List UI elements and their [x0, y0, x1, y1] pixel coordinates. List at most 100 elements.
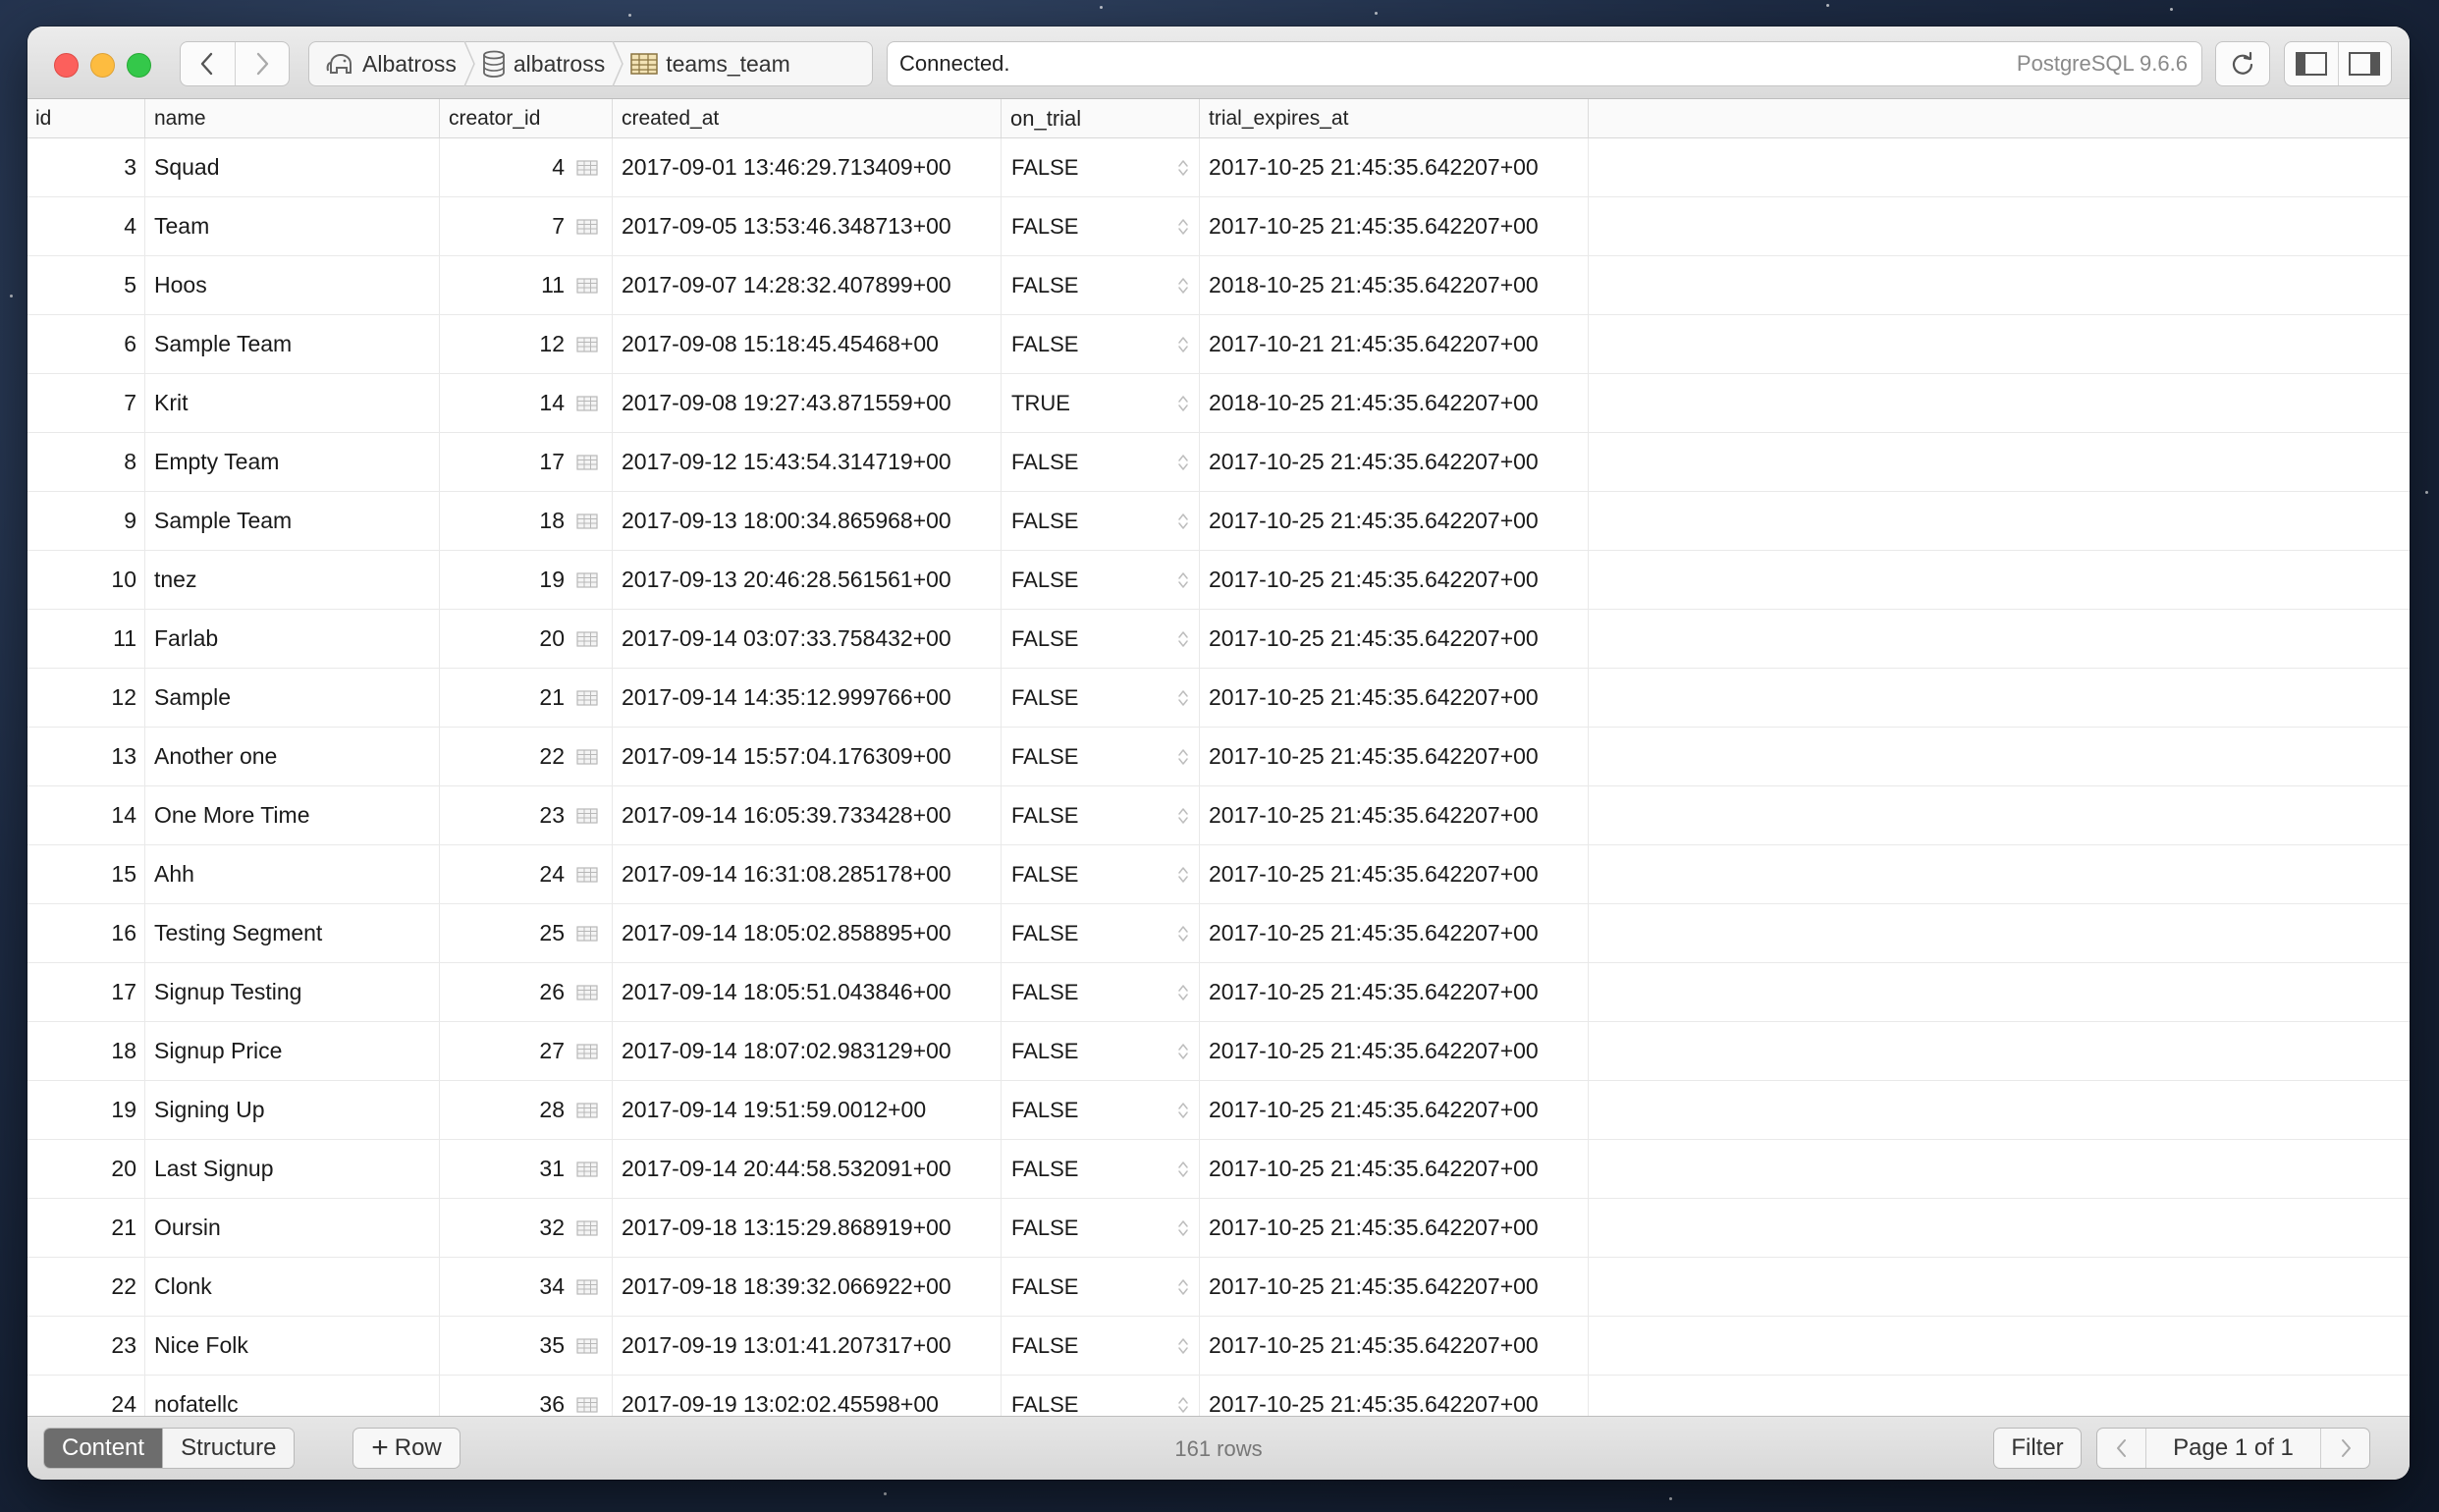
- stepper-arrows-icon[interactable]: [1177, 865, 1189, 885]
- foreign-key-table-icon[interactable]: [576, 1396, 598, 1413]
- cell-on-trial[interactable]: FALSE: [1002, 197, 1200, 255]
- cell-creator-id[interactable]: 22: [440, 728, 613, 785]
- cell-created-at[interactable]: 2017-09-13 18:00:34.865968+00: [613, 492, 1002, 550]
- cell-creator-id[interactable]: 4: [440, 138, 613, 196]
- table-row[interactable]: 10 tnez 19 2017-09-13 20:46:28.561561+00 FAL…: [27, 551, 2410, 610]
- breadcrumb-connection[interactable]: Albatross: [319, 42, 462, 85]
- cell-creator-id[interactable]: 35: [440, 1317, 613, 1375]
- foreign-key-table-icon[interactable]: [576, 571, 598, 588]
- cell-name[interactable]: Farlab: [145, 610, 440, 668]
- stepper-arrows-icon[interactable]: [1177, 1101, 1189, 1120]
- cell-trial-expires-at[interactable]: 2017-10-25 21:45:35.642207+00: [1200, 1022, 1589, 1080]
- cell-name[interactable]: Signing Up: [145, 1081, 440, 1139]
- breadcrumb-database[interactable]: albatross: [476, 42, 611, 85]
- column-header-trial-expires-at[interactable]: trial_expires_at: [1200, 99, 1589, 137]
- cell-trial-expires-at[interactable]: 2017-10-25 21:45:35.642207+00: [1200, 1199, 1589, 1257]
- cell-name[interactable]: Last Signup: [145, 1140, 440, 1198]
- cell-creator-id[interactable]: 11: [440, 256, 613, 314]
- foreign-key-table-icon[interactable]: [576, 689, 598, 706]
- cell-trial-expires-at[interactable]: 2017-10-25 21:45:35.642207+00: [1200, 433, 1589, 491]
- cell-trial-expires-at[interactable]: 2017-10-25 21:45:35.642207+00: [1200, 610, 1589, 668]
- cell-creator-id[interactable]: 32: [440, 1199, 613, 1257]
- cell-id[interactable]: 13: [27, 728, 145, 785]
- cell-name[interactable]: Nice Folk: [145, 1317, 440, 1375]
- cell-on-trial[interactable]: FALSE: [1002, 551, 1200, 609]
- cell-id[interactable]: 4: [27, 197, 145, 255]
- back-button[interactable]: [181, 42, 235, 85]
- cell-name[interactable]: Another one: [145, 728, 440, 785]
- cell-on-trial[interactable]: FALSE: [1002, 1317, 1200, 1375]
- breadcrumb-table[interactable]: teams_team: [624, 42, 796, 85]
- cell-creator-id[interactable]: 17: [440, 433, 613, 491]
- stepper-arrows-icon[interactable]: [1177, 1277, 1189, 1297]
- cell-id[interactable]: 3: [27, 138, 145, 196]
- foreign-key-table-icon[interactable]: [576, 159, 598, 176]
- previous-page-button[interactable]: [2097, 1429, 2146, 1468]
- table-row[interactable]: 19 Signing Up 28 2017-09-14 19:51:59.0012+0…: [27, 1081, 2410, 1140]
- stepper-arrows-icon[interactable]: [1177, 1336, 1189, 1356]
- cell-name[interactable]: Sample Team: [145, 315, 440, 373]
- foreign-key-table-icon[interactable]: [576, 218, 598, 235]
- close-window-button[interactable]: [54, 53, 79, 78]
- cell-trial-expires-at[interactable]: 2018-10-25 21:45:35.642207+00: [1200, 256, 1589, 314]
- cell-creator-id[interactable]: 31: [440, 1140, 613, 1198]
- cell-created-at[interactable]: 2017-09-08 15:18:45.45468+00: [613, 315, 1002, 373]
- cell-id[interactable]: 20: [27, 1140, 145, 1198]
- next-page-button[interactable]: [2320, 1429, 2369, 1468]
- stepper-arrows-icon[interactable]: [1177, 217, 1189, 237]
- cell-created-at[interactable]: 2017-09-12 15:43:54.314719+00: [613, 433, 1002, 491]
- stepper-arrows-icon[interactable]: [1177, 453, 1189, 472]
- table-row[interactable]: 11 Farlab 20 2017-09-14 03:07:33.758432+00 F…: [27, 610, 2410, 669]
- cell-id[interactable]: 14: [27, 786, 145, 844]
- column-header-on-trial[interactable]: on_trial: [1002, 99, 1200, 137]
- cell-trial-expires-at[interactable]: 2017-10-25 21:45:35.642207+00: [1200, 728, 1589, 785]
- cell-name[interactable]: Signup Testing: [145, 963, 440, 1021]
- cell-created-at[interactable]: 2017-09-05 13:53:46.348713+00: [613, 197, 1002, 255]
- cell-creator-id[interactable]: 24: [440, 845, 613, 903]
- table-row[interactable]: 4 Team 7 2017-09-05 13:53:46.348713+00 FALSE…: [27, 197, 2410, 256]
- cell-creator-id[interactable]: 12: [440, 315, 613, 373]
- stepper-arrows-icon[interactable]: [1177, 512, 1189, 531]
- table-row[interactable]: 14 One More Time 23 2017-09-14 16:05:39.733…: [27, 786, 2410, 845]
- foreign-key-table-icon[interactable]: [576, 748, 598, 765]
- foreign-key-table-icon[interactable]: [576, 807, 598, 824]
- cell-id[interactable]: 5: [27, 256, 145, 314]
- cell-trial-expires-at[interactable]: 2017-10-25 21:45:35.642207+00: [1200, 1140, 1589, 1198]
- cell-created-at[interactable]: 2017-09-14 15:57:04.176309+00: [613, 728, 1002, 785]
- cell-trial-expires-at[interactable]: 2017-10-25 21:45:35.642207+00: [1200, 1081, 1589, 1139]
- cell-trial-expires-at[interactable]: 2017-10-25 21:45:35.642207+00: [1200, 492, 1589, 550]
- cell-trial-expires-at[interactable]: 2017-10-25 21:45:35.642207+00: [1200, 786, 1589, 844]
- stepper-arrows-icon[interactable]: [1177, 1042, 1189, 1061]
- cell-name[interactable]: Sample Team: [145, 492, 440, 550]
- cell-name[interactable]: tnez: [145, 551, 440, 609]
- cell-id[interactable]: 17: [27, 963, 145, 1021]
- cell-created-at[interactable]: 2017-09-14 16:31:08.285178+00: [613, 845, 1002, 903]
- foreign-key-table-icon[interactable]: [576, 454, 598, 470]
- cell-created-at[interactable]: 2017-09-14 03:07:33.758432+00: [613, 610, 1002, 668]
- table-row[interactable]: 15 Ahh 24 2017-09-14 16:31:08.285178+00 FALS…: [27, 845, 2410, 904]
- cell-name[interactable]: Ahh: [145, 845, 440, 903]
- cell-on-trial[interactable]: TRUE: [1002, 374, 1200, 432]
- cell-created-at[interactable]: 2017-09-19 13:01:41.207317+00: [613, 1317, 1002, 1375]
- foreign-key-table-icon[interactable]: [576, 925, 598, 942]
- cell-trial-expires-at[interactable]: 2017-10-25 21:45:35.642207+00: [1200, 669, 1589, 727]
- cell-on-trial[interactable]: FALSE: [1002, 786, 1200, 844]
- column-header-name[interactable]: name: [145, 99, 440, 137]
- cell-on-trial[interactable]: FALSE: [1002, 669, 1200, 727]
- foreign-key-table-icon[interactable]: [576, 866, 598, 883]
- cell-name[interactable]: Empty Team: [145, 433, 440, 491]
- foreign-key-table-icon[interactable]: [576, 277, 598, 294]
- table-row[interactable]: 17 Signup Testing 26 2017-09-14 18:05:51.04…: [27, 963, 2410, 1022]
- stepper-arrows-icon[interactable]: [1177, 1395, 1189, 1415]
- cell-on-trial[interactable]: FALSE: [1002, 963, 1200, 1021]
- toggle-right-sidebar-button[interactable]: [2337, 42, 2392, 85]
- cell-creator-id[interactable]: 14: [440, 374, 613, 432]
- foreign-key-table-icon[interactable]: [576, 984, 598, 1000]
- cell-on-trial[interactable]: FALSE: [1002, 315, 1200, 373]
- cell-on-trial[interactable]: FALSE: [1002, 1258, 1200, 1316]
- table-row[interactable]: 22 Clonk 34 2017-09-18 18:39:32.066922+00 FA…: [27, 1258, 2410, 1317]
- foreign-key-table-icon[interactable]: [576, 1278, 598, 1295]
- table-row[interactable]: 20 Last Signup 31 2017-09-14 20:44:58.53209…: [27, 1140, 2410, 1199]
- table-row[interactable]: 9 Sample Team 18 2017-09-13 18:00:34.865968…: [27, 492, 2410, 551]
- stepper-arrows-icon[interactable]: [1177, 570, 1189, 590]
